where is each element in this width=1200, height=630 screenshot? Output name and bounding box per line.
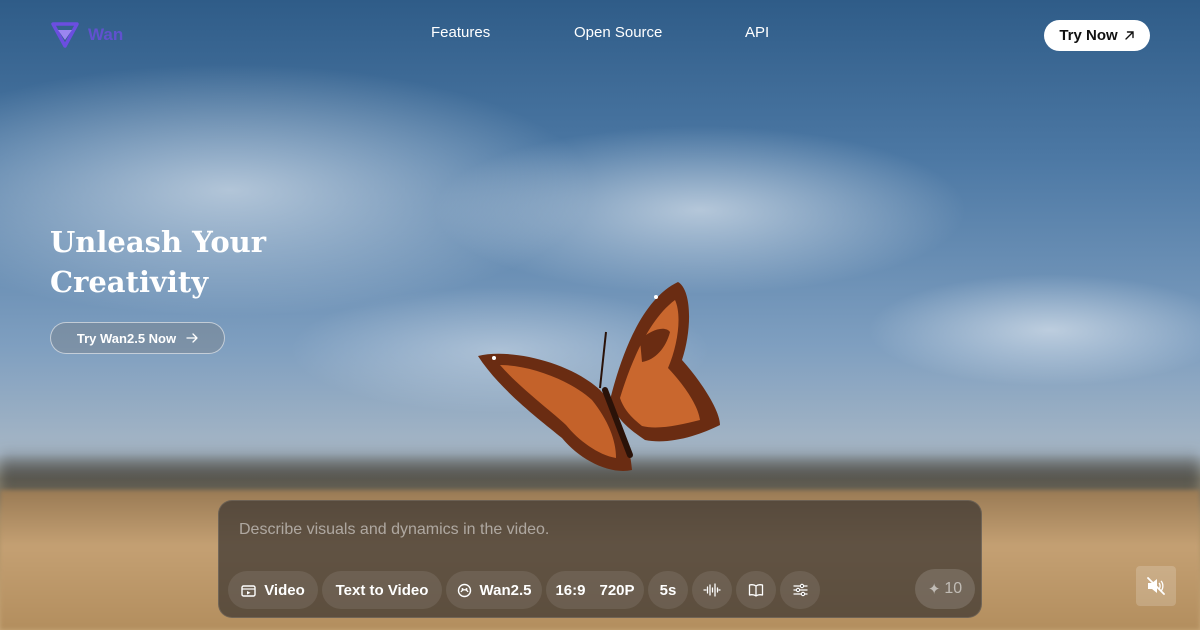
mode-label: Video [264,581,305,599]
video-icon [241,584,256,597]
prompt-input[interactable]: Describe visuals and dynamics in the vid… [239,521,939,543]
sparkle-icon: ✦ [927,581,941,598]
hero-title-line-2: Creativity [50,265,209,299]
aspect-resolution-selector[interactable]: 16:9 720P [546,571,644,609]
try-now-button[interactable]: Try Now [1044,20,1150,51]
model-label: Wan2.5 [479,581,532,599]
nav-item-open-source[interactable]: Open Source [574,24,662,41]
duration-selector[interactable]: 5s [648,571,688,609]
model-selector[interactable]: Wan2.5 [446,571,542,609]
model-icon [457,583,471,597]
aspect-ratio-label: 16:9 [555,581,586,599]
credits-count: 10 [944,580,963,597]
guide-button[interactable] [736,571,776,609]
task-label: Text to Video [335,581,429,599]
duration-label: 5s [659,581,677,599]
mode-selector[interactable]: Video [228,571,318,609]
arrow-up-right-icon [1124,31,1134,40]
prompt-panel: Describe visuals and dynamics in the vid… [218,500,982,618]
try-wan-now-button[interactable]: Try Wan2.5 Now [50,322,225,354]
audio-wave-icon [703,583,721,597]
nav-item-features[interactable]: Features [431,24,490,41]
nav-item-api[interactable]: API [745,24,769,41]
book-icon [748,584,764,597]
try-now-label: Try Now [1059,27,1118,44]
mute-icon [1147,577,1165,595]
butterfly-image [478,282,720,471]
main-nav: Features Open Source API [0,24,1200,44]
arrow-right-icon [186,333,198,343]
audio-button[interactable] [692,571,732,609]
hero-title: Unleash Your Creativity [50,222,380,302]
generate-button[interactable]: ✦ 10 [915,569,975,609]
task-selector[interactable]: Text to Video [322,571,442,609]
try-wan-now-label: Try Wan2.5 Now [76,330,177,346]
mute-toggle[interactable] [1136,566,1176,606]
resolution-label: 720P [599,581,635,599]
settings-button[interactable] [780,571,820,609]
hero-title-line-1: Unleash Your [50,225,267,259]
sliders-icon [792,583,808,597]
